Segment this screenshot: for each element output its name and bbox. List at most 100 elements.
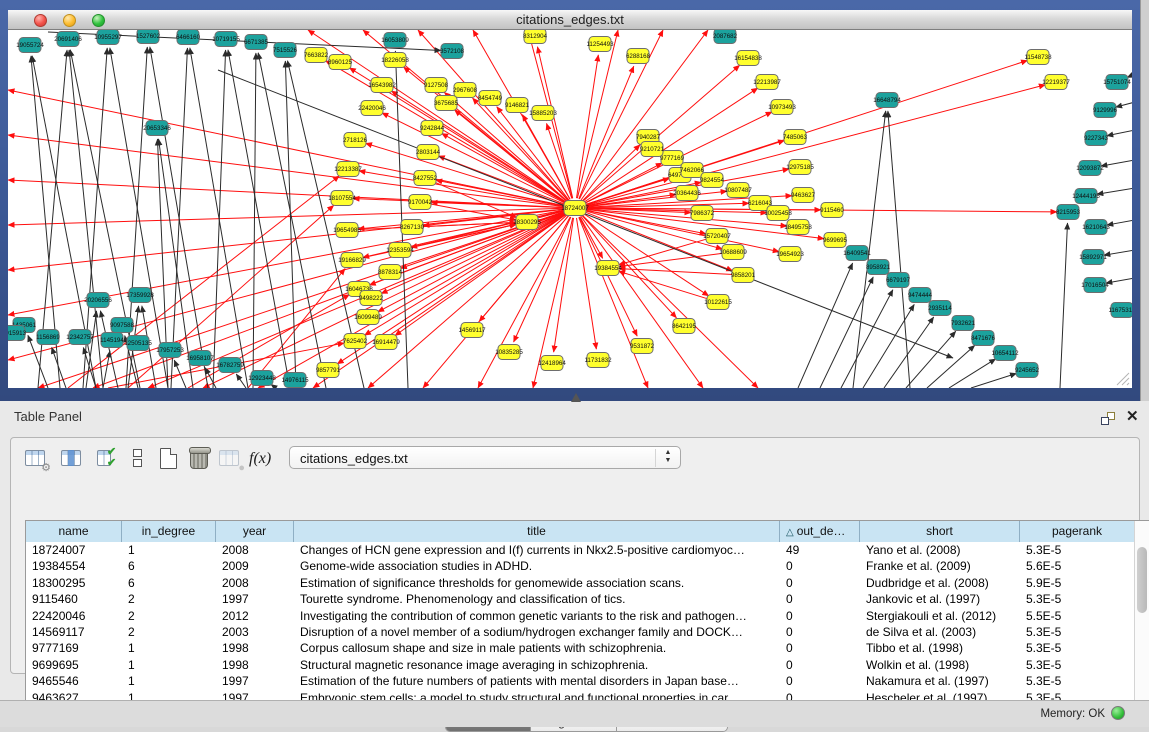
graph-node-label: 12213987 xyxy=(753,79,781,86)
graph-node-label: 9146821 xyxy=(505,102,530,109)
graph-node-label: 9242844 xyxy=(420,125,445,132)
graph-node-label: 8960125 xyxy=(328,59,353,66)
rows-icon[interactable] xyxy=(125,447,151,471)
graph-node-label: 16154838 xyxy=(734,55,762,62)
cell-title: Changes of HCN gene expression and I(f) … xyxy=(294,542,780,558)
graph-node-label: 3915913 xyxy=(8,330,27,337)
cell-year: 1997 xyxy=(216,673,294,689)
cell-year: 2003 xyxy=(216,624,294,640)
table-row[interactable]: 946554611997Estimation of the future num… xyxy=(26,673,1135,689)
table-row[interactable]: 911546021997Tourette syndrome. Phenomeno… xyxy=(26,591,1135,607)
graph-node-label: 7462066 xyxy=(680,167,705,174)
column-header-out_de[interactable]: △out_de… xyxy=(780,521,860,542)
graph-node-label: 2718126 xyxy=(343,137,368,144)
cell-out_de: 0 xyxy=(780,624,860,640)
cell-year: 2008 xyxy=(216,575,294,591)
cell-out_de: 0 xyxy=(780,640,860,656)
graph-node-label: 16053809 xyxy=(381,37,409,44)
new-table-icon[interactable] xyxy=(157,447,183,471)
delete-table-icon[interactable] xyxy=(187,447,213,471)
column-chooser-icon[interactable] xyxy=(59,447,85,471)
cell-name: 9699695 xyxy=(26,657,122,673)
graph-node-label: 9777169 xyxy=(660,155,685,162)
resize-grip-icon[interactable] xyxy=(1114,370,1130,386)
table-row[interactable]: 1456911722003Disruption of a novel membe… xyxy=(26,624,1135,640)
table-row[interactable]: 1938455462009Genome-wide association stu… xyxy=(26,558,1135,574)
memory-status-indicator xyxy=(1111,706,1125,720)
graph-node-label: 16409541 xyxy=(843,250,871,257)
graph-node-label: 8958921 xyxy=(866,264,891,271)
graph-node-label: 9474444 xyxy=(908,292,933,299)
graph-node-label: 16782759 xyxy=(216,362,244,369)
float-panel-icon[interactable] xyxy=(1101,412,1116,427)
column-header-title[interactable]: title xyxy=(294,521,780,542)
network-view-window[interactable]: citations_edges.txt 19055724206914061095… xyxy=(0,0,1140,401)
table-row[interactable]: 1872400712008Changes of HCN gene express… xyxy=(26,542,1135,558)
close-window-icon[interactable] xyxy=(34,14,47,27)
cell-short: Tibbo et al. (1998) xyxy=(860,640,1020,656)
vertical-scrollbar[interactable] xyxy=(1134,521,1149,706)
column-header-name[interactable]: name xyxy=(26,521,122,542)
graph-node-label: 18300295 xyxy=(513,219,541,226)
graph-node-label: 12093872 xyxy=(1076,165,1104,172)
graph-node-label: 9127508 xyxy=(424,82,449,89)
cell-pagerank: 5.5E-5 xyxy=(1020,608,1135,624)
cell-title: Tourette syndrome. Phenomenology and cla… xyxy=(294,591,780,607)
cell-out_de: 0 xyxy=(780,591,860,607)
graph-node-label: 1145194 xyxy=(100,337,124,344)
cell-year: 2012 xyxy=(216,608,294,624)
cell-out_de: 0 xyxy=(780,558,860,574)
graph-node-label: 20653346 xyxy=(143,125,171,132)
graph-node-label: 8642195 xyxy=(672,323,697,330)
graph-node-label: 1527602 xyxy=(136,33,161,40)
graph-node-label: 19384554 xyxy=(594,265,622,272)
graph-node-label: 12213387 xyxy=(334,166,362,173)
cell-title: Estimation of significance thresholds fo… xyxy=(294,575,780,591)
select-rows-icon[interactable]: ✔✔ xyxy=(95,447,121,471)
panel-title: Table Panel xyxy=(14,409,82,424)
graph-node-label: 16210643 xyxy=(1082,224,1110,231)
table-row[interactable]: 1830029562008Estimation of significance … xyxy=(26,575,1135,591)
table-row[interactable]: 969969511998Structural magnetic resonanc… xyxy=(26,657,1135,673)
cell-name: 14569117 xyxy=(26,624,122,640)
graph-node-label: 9699695 xyxy=(823,237,848,244)
cell-short: Wolkin et al. (1998) xyxy=(860,657,1020,673)
graph-node-label: 10719155 xyxy=(212,36,240,43)
graph-node-label: 12444195 xyxy=(1072,193,1100,200)
graph-node-label: 7940287 xyxy=(636,134,661,141)
network-graph-canvas[interactable]: 1905572420691406109552971527602646616010… xyxy=(8,30,1132,388)
cell-pagerank: 5.3E-5 xyxy=(1020,657,1135,673)
cell-in_degree: 1 xyxy=(122,673,216,689)
table-row[interactable]: 2242004622012Investigating the contribut… xyxy=(26,608,1135,624)
column-header-short[interactable]: short xyxy=(860,521,1020,542)
function-builder-icon[interactable]: f(x) xyxy=(249,450,275,474)
cell-year: 1998 xyxy=(216,640,294,656)
cell-title: Investigating the contribution of common… xyxy=(294,608,780,624)
graph-node-label: 2087682 xyxy=(713,33,738,40)
graph-node-label: 14569117 xyxy=(458,327,486,334)
mouse-cursor xyxy=(571,393,581,402)
panel-body: ⚙ ✔✔ ● f(x) citations_edges.txt ▲▼ namei… xyxy=(10,437,1140,674)
graph-node-label: 18495758 xyxy=(784,224,812,231)
window-titlebar[interactable]: citations_edges.txt xyxy=(8,10,1132,30)
memory-status-label: Memory: OK xyxy=(1040,708,1105,720)
table-row[interactable]: 977716911998Corpus callosum shape and si… xyxy=(26,640,1135,656)
graph-node-label: 2967608 xyxy=(453,87,478,94)
table-select-dropdown[interactable]: citations_edges.txt ▲▼ xyxy=(289,446,681,469)
scrollbar-thumb[interactable] xyxy=(1137,547,1147,613)
graph-node-label: 8878314 xyxy=(378,269,403,276)
column-header-year[interactable]: year xyxy=(216,521,294,542)
minimize-window-icon[interactable] xyxy=(63,14,76,27)
graph-node-label: 9463627 xyxy=(791,192,816,199)
zoom-window-icon[interactable] xyxy=(92,14,105,27)
graph-node-label: 11254493 xyxy=(586,41,614,48)
cell-short: Stergiakouli et al. (2012) xyxy=(860,608,1020,624)
graph-node-label: 16958107 xyxy=(186,355,214,362)
column-header-pagerank[interactable]: pagerank xyxy=(1020,521,1135,542)
column-header-in_degree[interactable]: in_degree xyxy=(122,521,216,542)
graph-node-label: 7986372 xyxy=(690,210,715,217)
cell-in_degree: 6 xyxy=(122,575,216,591)
graph-node-label: 12353594 xyxy=(386,247,414,254)
close-panel-icon[interactable]: ✕ xyxy=(1126,407,1139,425)
table-settings-icon[interactable]: ⚙ xyxy=(23,447,49,471)
